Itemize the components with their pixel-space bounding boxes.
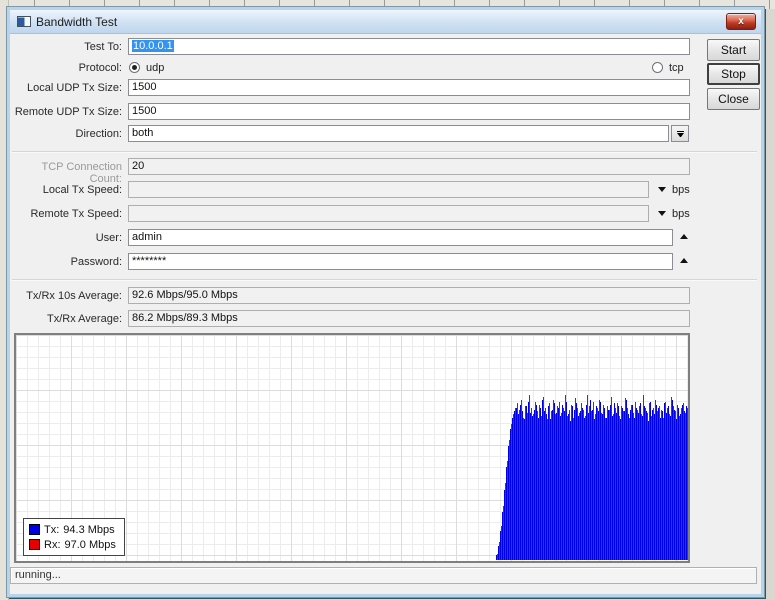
remote-tx-speed-unit: bps	[672, 208, 690, 220]
stop-button[interactable]: Stop	[707, 63, 760, 85]
legend-rx-row: Rx: 97.0 Mbps	[29, 537, 116, 552]
password-field[interactable]: ********	[128, 253, 673, 270]
tcp-connection-count-label: TCP Connection Count:	[10, 161, 122, 185]
legend-rx-label: Rx:	[44, 539, 61, 551]
dropdown-icon	[677, 131, 684, 137]
close-button[interactable]: x	[726, 13, 756, 30]
user-label: User:	[10, 232, 122, 244]
local-tx-speed-unit: bps	[672, 184, 690, 196]
close-dialog-button[interactable]: Close	[707, 88, 760, 110]
protocol-udp-radio[interactable]	[129, 62, 140, 73]
legend-rx-swatch	[29, 539, 40, 550]
protocol-udp-label[interactable]: udp	[146, 62, 164, 74]
separator	[12, 279, 757, 281]
close-icon: x	[738, 16, 744, 27]
test-to-field[interactable]: 10.0.0.1	[128, 38, 690, 55]
legend-rx-value: 97.0 Mbps	[65, 539, 116, 551]
local-tx-speed-label: Local Tx Speed:	[10, 184, 122, 196]
remote-tx-speed-field	[128, 205, 649, 222]
local-udp-tx-size-field[interactable]: 1500	[128, 79, 690, 96]
protocol-tcp-label[interactable]: tcp	[669, 62, 684, 74]
separator	[12, 151, 757, 153]
test-to-value: 10.0.0.1	[132, 40, 174, 52]
direction-label: Direction:	[10, 128, 122, 140]
legend-tx-label: Tx:	[44, 524, 59, 536]
start-button[interactable]: Start	[707, 39, 760, 61]
title-bar[interactable]: Bandwidth Test x	[10, 10, 761, 34]
test-to-label: Test To:	[10, 41, 122, 53]
remote-udp-tx-size-field[interactable]: 1500	[128, 103, 690, 120]
remote-tx-speed-label: Remote Tx Speed:	[10, 208, 122, 220]
tx-rx-average-label: Tx/Rx Average:	[10, 313, 122, 325]
local-tx-speed-dropdown-icon[interactable]	[658, 187, 666, 192]
remote-tx-speed-dropdown-icon[interactable]	[658, 211, 666, 216]
remote-udp-tx-size-label: Remote UDP Tx Size:	[10, 106, 122, 118]
local-udp-tx-size-label: Local UDP Tx Size:	[10, 82, 122, 94]
direction-dropdown-button[interactable]	[671, 125, 689, 142]
window-title: Bandwidth Test	[36, 15, 117, 29]
dialog-content: Test To: 10.0.0.1 Protocol: udp tcp Loca…	[10, 34, 761, 594]
protocol-label: Protocol:	[10, 62, 122, 74]
window-icon	[17, 16, 31, 27]
bandwidth-chart: Tx: 94.3 Mbps Rx: 97.0 Mbps	[14, 333, 690, 563]
password-label: Password:	[10, 256, 122, 268]
status-text: running...	[15, 569, 61, 581]
bandwidth-test-window: Bandwidth Test x Test To: 10.0.0.1 Proto…	[7, 7, 764, 597]
password-collapse-icon[interactable]	[680, 258, 688, 263]
tcp-connection-count-field: 20	[128, 158, 690, 175]
chart-legend: Tx: 94.3 Mbps Rx: 97.0 Mbps	[23, 518, 125, 556]
protocol-tcp-radio[interactable]	[652, 62, 663, 73]
tx-rx-average-field: 86.2 Mbps/89.3 Mbps	[128, 310, 690, 327]
user-collapse-icon[interactable]	[680, 234, 688, 239]
legend-tx-row: Tx: 94.3 Mbps	[29, 522, 116, 537]
local-tx-speed-field	[128, 181, 649, 198]
legend-tx-swatch	[29, 524, 40, 535]
legend-tx-value: 94.3 Mbps	[63, 524, 114, 536]
tx-rx-10s-average-field: 92.6 Mbps/95.0 Mbps	[128, 287, 690, 304]
status-bar: running...	[10, 567, 757, 584]
direction-field[interactable]: both	[128, 125, 669, 142]
tx-rx-10s-average-label: Tx/Rx 10s Average:	[10, 290, 122, 302]
user-field[interactable]: admin	[128, 229, 673, 246]
